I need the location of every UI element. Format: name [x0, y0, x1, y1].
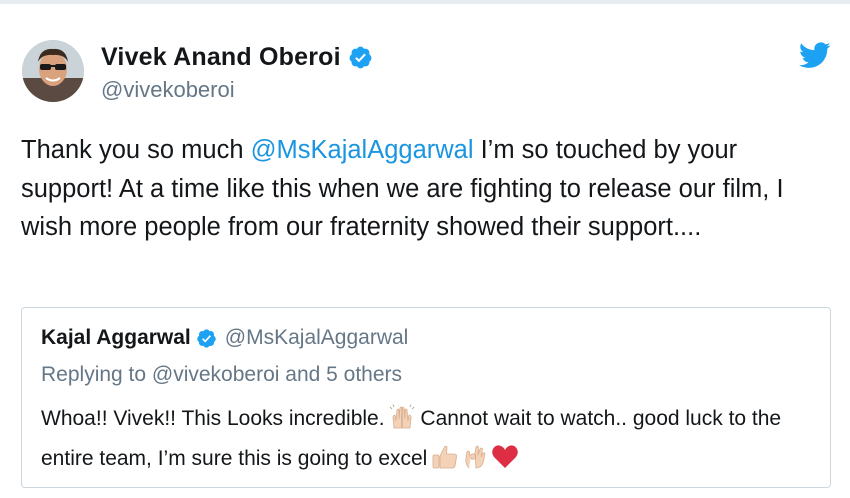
top-divider [0, 0, 850, 4]
verified-icon [196, 328, 217, 349]
mention-link[interactable]: @MsKajalAggarwal [251, 136, 474, 164]
tweet-author: Vivek Anand Oberoi [101, 43, 373, 72]
thumbs-up-emoji-icon [431, 444, 459, 481]
author-name[interactable]: Vivek Anand Oberoi [101, 43, 341, 72]
tweet-text: Thank you so much @MsKajalAggarwal I’m s… [21, 131, 836, 247]
verified-icon [348, 45, 373, 70]
red-heart-emoji-icon [491, 444, 519, 481]
reply-context: Replying to @vivekoberoi and 5 others [41, 363, 403, 386]
quoted-tweet-text: Whoa!! Vivek!! This Looks incredible. Ca… [41, 401, 821, 481]
avatar[interactable] [22, 40, 84, 102]
avatar-photo [22, 40, 84, 102]
quoted-tweet-card[interactable]: Kajal Aggarwal @MsKajalAggarwal Replying… [21, 307, 831, 488]
quoted-tweet-header: Kajal Aggarwal @MsKajalAggarwal [41, 326, 408, 350]
tweet-text-start: Thank you so much [21, 136, 251, 164]
raising-hands-emoji-icon [389, 404, 415, 441]
twitter-bird-icon[interactable] [799, 42, 831, 69]
quoted-author-handle: @MsKajalAggarwal [224, 326, 409, 349]
author-handle[interactable]: @vivekoberoi [101, 77, 235, 103]
ok-hand-emoji-icon [463, 444, 487, 481]
quoted-author-name: Kajal Aggarwal [41, 326, 191, 349]
quoted-text-part1: Whoa!! Vivek!! This Looks incredible. [41, 407, 385, 430]
